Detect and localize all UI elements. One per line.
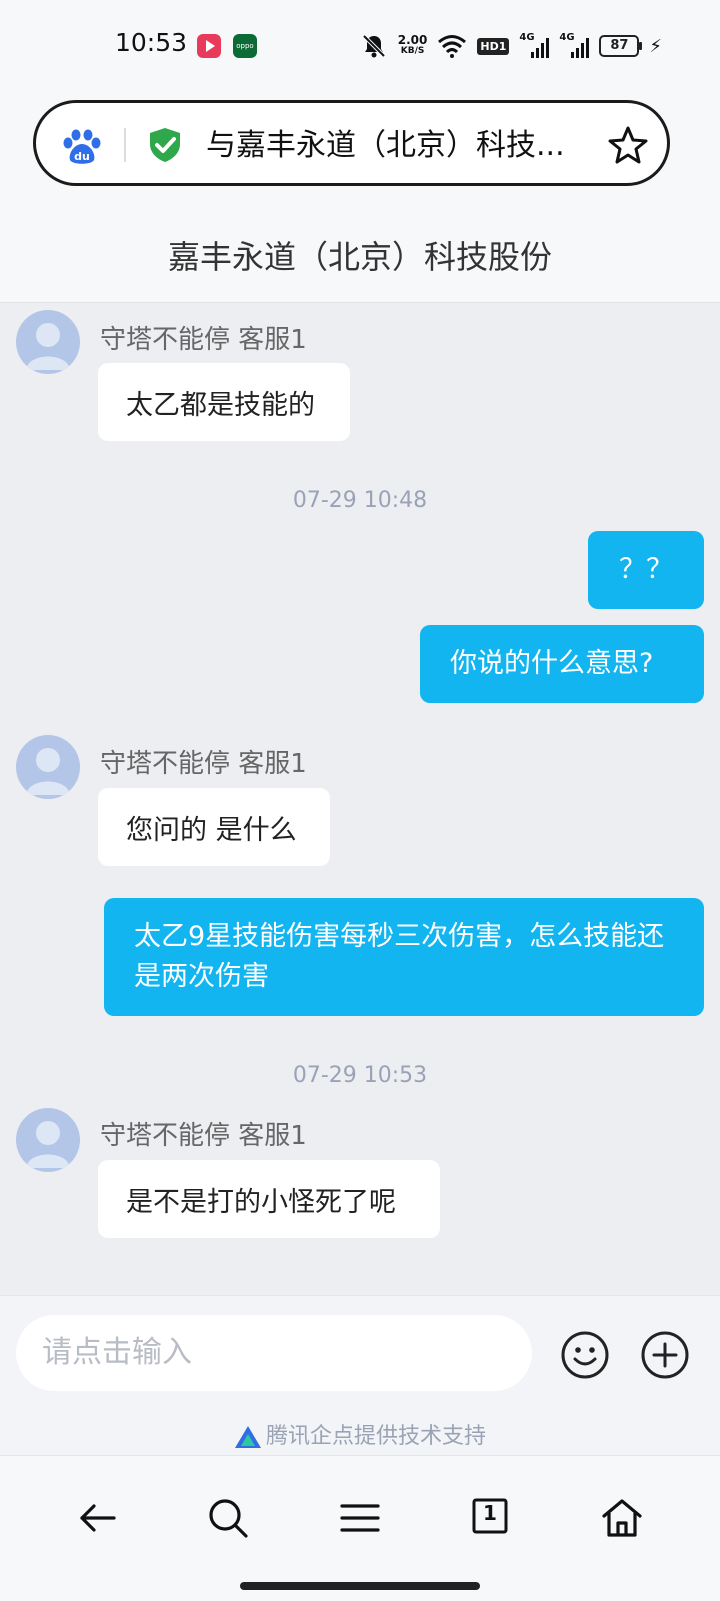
- powered-by-text: 腾讯企点提供技术支持: [265, 1424, 486, 1449]
- chat-area[interactable]: 守塔不能停 客服1 太乙都是技能的 07-29 10:48 ？？ 你说的什么意思…: [0, 303, 720, 1295]
- baidu-logo[interactable]: du: [62, 129, 102, 165]
- agent-name: 守塔不能停 客服1: [100, 325, 307, 355]
- agent-avatar: [16, 1108, 80, 1172]
- user-message[interactable]: 你说的什么意思?: [420, 625, 704, 703]
- agent-avatar: [16, 310, 80, 374]
- network-speed-value: 2.00: [397, 33, 428, 47]
- tab-count: 1: [483, 1501, 497, 1525]
- secure-shield-icon: [150, 128, 180, 162]
- wifi-icon: [438, 35, 467, 58]
- oppo-app-icon: oppo: [233, 34, 257, 58]
- address-bar[interactable]: du 与嘉丰永道（北京）科技...: [33, 100, 670, 186]
- page-title: 嘉丰永道（北京）科技股份: [167, 238, 552, 276]
- charging-bolt-icon: ⚡: [649, 35, 662, 57]
- status-bar: 10:53 oppo 2.00 KB/S HD1 4G 4G 87 ⚡: [0, 0, 720, 92]
- network-speed: 2.00 KB/S: [397, 33, 428, 57]
- powered-by: 腾讯企点提供技术支持: [0, 1418, 720, 1450]
- agent-name: 守塔不能停 客服1: [100, 749, 307, 779]
- network-speed-unit: KB/S: [400, 46, 425, 56]
- message-input[interactable]: 请点击输入: [16, 1315, 532, 1391]
- user-message[interactable]: 太乙9星技能伤害每秒三次伤害，怎么技能还是两次伤害: [104, 898, 704, 1016]
- status-time: 10:53: [115, 28, 188, 57]
- back-arrow-icon[interactable]: [76, 1496, 120, 1540]
- star-icon[interactable]: [608, 125, 648, 165]
- message-composer: 请点击输入 腾讯企点提供技术支持: [0, 1295, 720, 1456]
- hd-voice-badge: HD1: [477, 37, 510, 55]
- address-separator: [124, 128, 126, 162]
- user-message[interactable]: ？？: [588, 531, 704, 609]
- agent-message[interactable]: 您问的 是什么: [98, 788, 330, 866]
- status-indicators: 2.00 KB/S HD1 4G 4G 87 ⚡: [360, 30, 662, 62]
- agent-avatar: [16, 735, 80, 799]
- search-icon[interactable]: [206, 1496, 250, 1540]
- browser-toolbar: 1: [0, 1455, 720, 1601]
- signal-sim1-icon: 4G: [519, 32, 550, 58]
- menu-icon[interactable]: [338, 1496, 382, 1540]
- agent-message[interactable]: 太乙都是技能的: [98, 363, 350, 441]
- home-icon[interactable]: [600, 1496, 644, 1540]
- signal-sim2-icon: 4G: [559, 32, 590, 58]
- tabs-icon[interactable]: 1: [470, 1498, 510, 1538]
- mute-bell-icon: [362, 34, 386, 58]
- home-indicator[interactable]: [240, 1582, 480, 1590]
- video-app-icon: [197, 34, 221, 58]
- message-timestamp: 07-29 10:48: [292, 488, 428, 513]
- message-timestamp: 07-29 10:53: [292, 1063, 428, 1088]
- address-title[interactable]: 与嘉丰永道（北京）科技...: [206, 127, 586, 165]
- plus-icon[interactable]: [640, 1330, 690, 1380]
- agent-name: 守塔不能停 客服1: [100, 1121, 307, 1151]
- tencent-qidian-logo: [234, 1426, 261, 1448]
- page-header: 嘉丰永道（北京）科技股份: [0, 210, 720, 303]
- svg-text:du: du: [74, 150, 90, 163]
- browser-address-area: du 与嘉丰永道（北京）科技...: [0, 92, 720, 210]
- agent-message[interactable]: 是不是打的小怪死了呢: [98, 1160, 440, 1238]
- emoji-icon[interactable]: [560, 1330, 610, 1380]
- battery-icon: 87: [599, 35, 643, 57]
